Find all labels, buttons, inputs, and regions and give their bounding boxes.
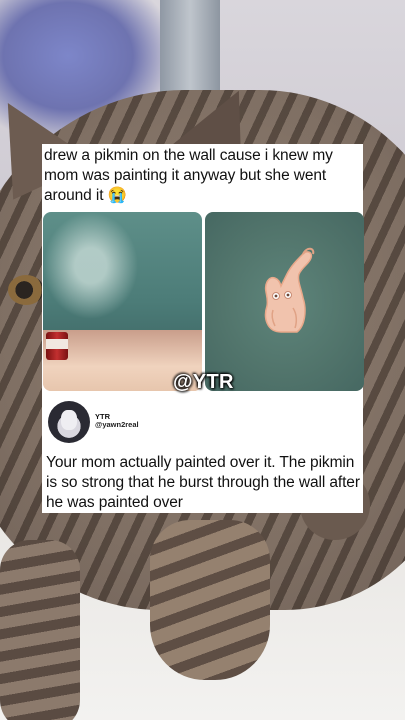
- post-caption: drew a pikmin on the wall cause i knew m…: [44, 147, 333, 204]
- cat-leg: [0, 540, 80, 720]
- paint-can-label: [46, 339, 68, 349]
- watermark-ytr: @YTR: [173, 371, 234, 393]
- reply-author-handle[interactable]: @yawn2real: [95, 420, 139, 429]
- pikmin-drawing: [264, 247, 315, 333]
- reply-text: Your mom actually painted over it. The p…: [46, 454, 360, 511]
- avatar[interactable]: [48, 401, 90, 443]
- avatar-face: [61, 410, 77, 430]
- post-photo-left[interactable]: [43, 212, 202, 391]
- cat-leg: [150, 520, 270, 680]
- cat-eye: [8, 275, 44, 305]
- post-photo-right[interactable]: [205, 212, 364, 391]
- post-card: drew a pikmin on the wall cause i knew m…: [42, 144, 364, 398]
- reply-card: YTR @yawn2real Your mom actually painted…: [42, 398, 363, 513]
